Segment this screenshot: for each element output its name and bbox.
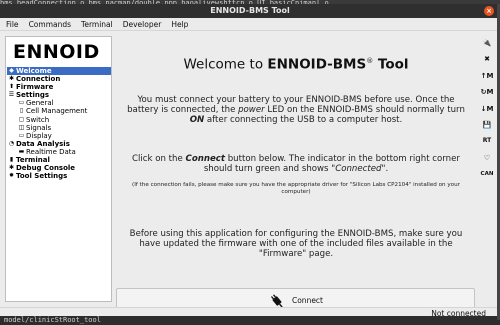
- save-config-icon[interactable]: 💾: [479, 118, 495, 132]
- read-default-config-icon[interactable]: ↻M: [479, 85, 495, 99]
- title-suffix: Tool: [373, 56, 409, 73]
- sidebar-item-welcome[interactable]: ◆ Welcome: [7, 67, 111, 76]
- sidebar-item-terminal[interactable]: ▮ Terminal: [7, 156, 111, 164]
- menu-bar: File Commands Terminal Developer Help: [0, 18, 500, 31]
- connect-button-label: Connect: [291, 296, 323, 305]
- welcome-page: Welcome to ENNOID-BMS® Tool You must con…: [115, 36, 476, 286]
- para2-text-c: ".: [381, 164, 389, 174]
- title-bar[interactable]: ENNOID-BMS Tool ×: [0, 4, 500, 18]
- menu-developer[interactable]: Developer: [123, 20, 162, 29]
- battery-instructions: You must connect your battery to your EN…: [123, 95, 469, 125]
- can-icon[interactable]: CAN: [479, 167, 495, 181]
- heart-icon[interactable]: ♡: [479, 151, 495, 165]
- sidebar-item-label: Data Analysis: [16, 139, 70, 148]
- sidebar-item-label: Display: [26, 131, 52, 140]
- welcome-icon: ◆: [9, 67, 14, 74]
- para2-connect: Connect: [185, 154, 225, 164]
- app-window: ENNOID-BMS Tool × File Commands Terminal…: [0, 4, 500, 320]
- close-icon[interactable]: ×: [484, 6, 494, 16]
- data-analysis-icon: ◔: [8, 139, 15, 147]
- para2-text-a: Click on the: [132, 154, 186, 164]
- window-title: ENNOID-BMS Tool: [210, 6, 290, 15]
- menu-commands[interactable]: Commands: [29, 20, 71, 29]
- settings-icon: ☰: [8, 91, 15, 99]
- para1-on: ON: [189, 115, 205, 125]
- sidebar-item-label: Cell Management: [26, 107, 88, 116]
- switch-icon: ▢: [18, 115, 25, 123]
- sidebar-item-label: Welcome: [16, 67, 52, 75]
- debug-icon: ✱: [8, 164, 15, 172]
- menu-terminal[interactable]: Terminal: [81, 20, 113, 29]
- menu-file[interactable]: File: [6, 20, 19, 29]
- sidebar-item-general[interactable]: ▭ General: [7, 99, 111, 107]
- para1-power: power: [238, 105, 265, 115]
- sidebar-item-data-analysis[interactable]: ◔ Data Analysis: [7, 140, 111, 148]
- para2-connected: Connected: [335, 164, 382, 174]
- connect-tool-icon[interactable]: 🔌: [479, 36, 495, 50]
- para1-text-c: after connecting the USB to a computer h…: [204, 115, 403, 125]
- realtime-icon: ▬: [18, 147, 25, 155]
- sidebar-item-label: Connection: [16, 75, 61, 84]
- tool-settings-icon: ✹: [8, 172, 15, 180]
- para1-text-b: LED on the ENNOID-BMS should normally tu…: [264, 105, 465, 115]
- sidebar: ENNOID ◆ Welcome ✱ Connection ⬆ Firmware ☰ Sett…: [5, 36, 112, 302]
- firmware-instructions: Before using this application for config…: [129, 229, 463, 259]
- display-icon: ▭: [18, 131, 25, 139]
- terminal-icon: ▮: [9, 156, 14, 164]
- background-terminal-footer: model/clinicStRoot_tool: [0, 316, 500, 325]
- ennoid-logo: ENNOID: [13, 41, 100, 63]
- sidebar-item-realtime-data[interactable]: ▬ Realtime Data: [7, 148, 111, 156]
- sidebar-item-label: Firmware: [16, 83, 54, 92]
- disconnect-tool-icon[interactable]: ✖: [479, 52, 495, 66]
- connect-instructions: Click on the Connect button below. The i…: [123, 154, 469, 174]
- cell-icon: ▯: [19, 107, 24, 115]
- realtime-toggle-icon[interactable]: RT: [479, 134, 495, 148]
- sidebar-item-connection[interactable]: ✱ Connection: [7, 75, 111, 83]
- sidebar-item-debug-console[interactable]: ✱ Debug Console: [7, 164, 111, 172]
- sidebar-item-label: Switch: [26, 115, 50, 124]
- connection-icon: ✱: [8, 75, 15, 83]
- read-config-icon[interactable]: ↑M: [479, 69, 495, 83]
- sidebar-item-label: Tool Settings: [16, 172, 68, 181]
- write-config-icon[interactable]: ↓M: [479, 102, 495, 116]
- sidebar-item-label: Realtime Data: [26, 147, 76, 156]
- sidebar-item-signals[interactable]: ◫ Signals: [7, 124, 111, 132]
- driver-note: (If the connection fails, please make su…: [132, 182, 460, 195]
- sidebar-item-display[interactable]: ▭ Display: [7, 132, 111, 140]
- nav-list: ◆ Welcome ✱ Connection ⬆ Firmware ☰ Settings ▭ Ge…: [7, 67, 111, 180]
- sidebar-item-settings[interactable]: ☰ Settings: [7, 91, 111, 99]
- sidebar-item-label: Debug Console: [16, 164, 76, 173]
- sidebar-item-cell-management[interactable]: ▯ Cell Management: [7, 107, 111, 115]
- sidebar-item-firmware[interactable]: ⬆ Firmware: [7, 83, 111, 91]
- sidebar-item-switch[interactable]: ▢ Switch: [7, 116, 111, 124]
- general-icon: ▭: [18, 99, 25, 107]
- sidebar-item-label: Settings: [16, 91, 50, 100]
- right-toolbar: 🔌 ✖ ↑M ↻M ↓M 💾 RT ♡ CAN: [478, 36, 496, 186]
- firmware-icon: ⬆: [8, 83, 15, 91]
- para2-text-b: button below. The indicator in the botto…: [203, 154, 460, 174]
- title-brand: ENNOID-BMS: [267, 56, 367, 73]
- sidebar-item-label: Terminal: [16, 156, 50, 165]
- title-prefix: Welcome to: [183, 56, 268, 73]
- sidebar-item-label: General: [26, 99, 54, 108]
- sidebar-item-tool-settings[interactable]: ✹ Tool Settings: [7, 172, 111, 180]
- page-title: Welcome to ENNOID-BMS® Tool: [123, 54, 469, 73]
- signals-icon: ◫: [18, 123, 25, 131]
- sidebar-item-label: Signals: [26, 123, 52, 132]
- menu-help[interactable]: Help: [171, 20, 188, 29]
